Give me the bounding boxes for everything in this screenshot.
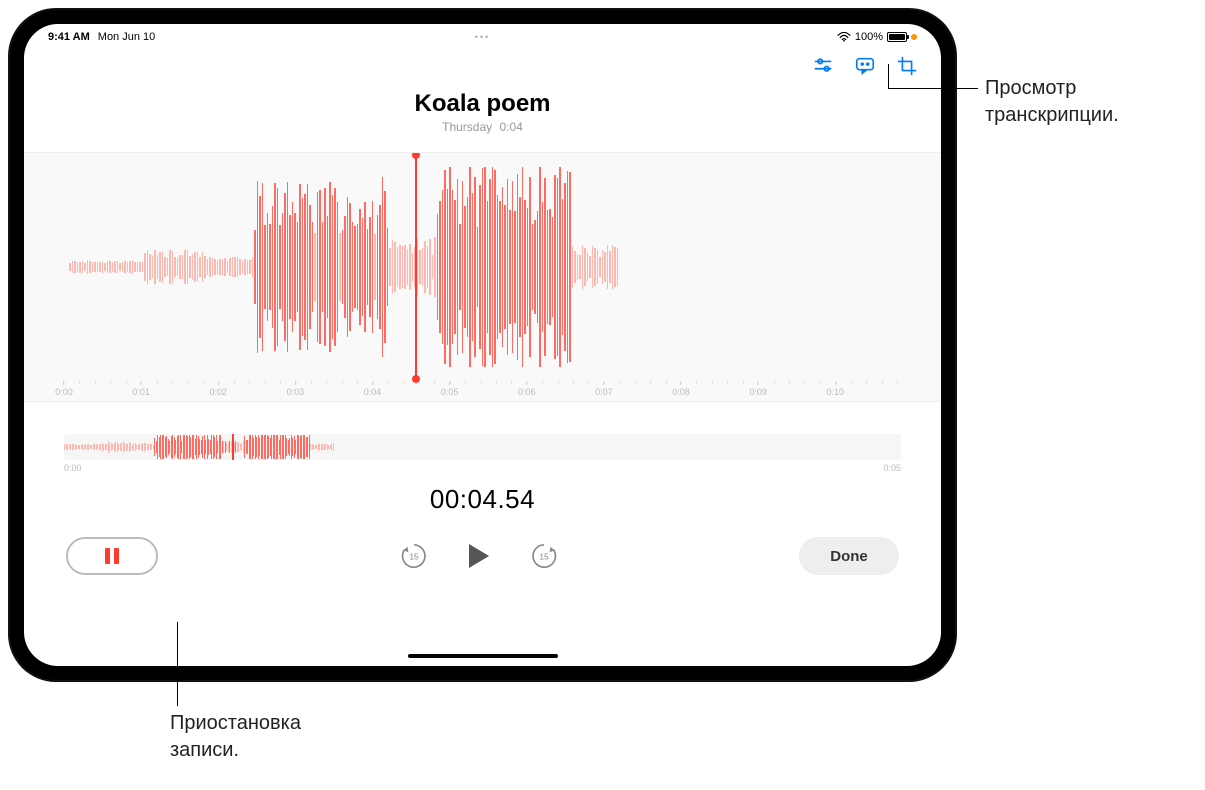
done-button[interactable]: Done [799,537,899,575]
timeline-tick: 0:09 [749,381,767,397]
recording-day: Thursday [442,120,492,134]
callout-transcript-line-v [888,64,889,88]
timeline-tick: 0:02 [209,381,227,397]
play-button[interactable] [463,540,495,572]
timeline-tick: 0:04 [364,381,382,397]
status-date: Mon Jun 10 [98,31,155,43]
battery-percent: 100% [855,31,883,43]
recording-title[interactable]: Koala poem [24,90,941,118]
top-toolbar [811,54,919,78]
timeline-tick: 0:00 [55,381,73,397]
overview-start-label: 0:00 [64,463,82,473]
recording-duration: 0:04 [500,120,523,134]
svg-text:15: 15 [409,552,419,562]
overview-end-label: 0:05 [883,463,901,473]
callout-pause: Приостановка записи. [170,710,301,764]
waveform-overview[interactable]: 0:00 0:05 [64,434,901,470]
timeline-tick: 0:01 [132,381,150,397]
timeline-tick: 0:08 [672,381,690,397]
elapsed-timer: 00:04.54 [24,484,941,515]
timeline-tick: 0:10 [827,381,845,397]
callout-transcript: Просмотр транскрипции. [985,75,1119,129]
playhead[interactable] [415,153,417,381]
skip-back-15-button[interactable]: 15 [399,541,429,571]
crop-icon[interactable] [895,54,919,78]
status-time: 9:41 AM [48,31,90,43]
screen: 9:41 AM Mon Jun 10 ••• 100% [24,24,941,666]
svg-text:15: 15 [539,552,549,562]
multitask-dots[interactable]: ••• [475,32,490,42]
overview-playhead[interactable] [232,434,234,460]
pause-button[interactable] [66,537,158,575]
callout-pause-line [177,622,178,706]
pause-icon [105,548,119,564]
recording-header: Koala poem Thursday 0:04 [24,90,941,134]
settings-sliders-icon[interactable] [811,54,835,78]
battery-icon [887,32,907,42]
recording-indicator-dot [911,34,917,40]
timeline-tick: 0:05 [441,381,459,397]
callout-transcript-line-h [888,88,978,89]
ipad-frame: 9:41 AM Mon Jun 10 ••• 100% [10,10,955,680]
timeline-tick: 0:03 [287,381,305,397]
home-indicator[interactable] [408,654,558,658]
waveform-main[interactable]: 0:00 0:01 0:02 0:03 0:04 0:05 0:06 0:07 0:08 0:09… [24,152,941,402]
transcript-icon[interactable] [853,54,877,78]
skip-forward-15-button[interactable]: 15 [529,541,559,571]
timeline-tick: 0:06 [518,381,536,397]
wifi-icon [837,32,851,42]
playback-controls: 15 15 Done [24,537,941,575]
timeline-tick: 0:07 [595,381,613,397]
status-bar: 9:41 AM Mon Jun 10 ••• 100% [24,24,941,46]
